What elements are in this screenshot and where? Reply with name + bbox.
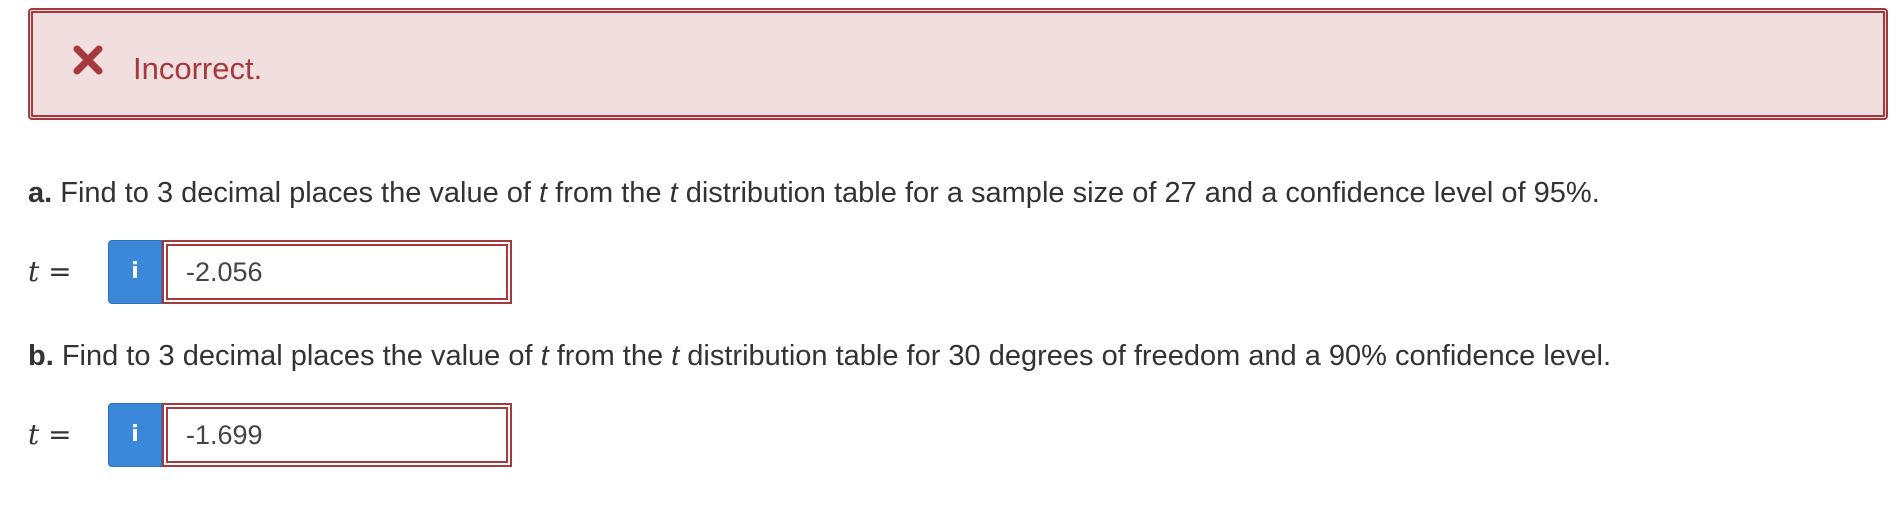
- answer-field-a-box: [162, 240, 512, 304]
- question-a-text-2: from the: [547, 177, 670, 209]
- question-b-var-1: t: [540, 340, 549, 372]
- question-b-text-1: Find to 3 decimal places the value of: [53, 340, 541, 372]
- question-a-label: a.: [28, 177, 53, 209]
- question-a: a. Find to 3 decimal places the value of…: [28, 173, 1600, 213]
- answer-a-equals: =: [39, 255, 72, 288]
- question-b-label: b.: [28, 340, 54, 372]
- answer-field-b-box: [162, 403, 512, 467]
- question-a-text-3: distribution table for a sample size of …: [677, 177, 1600, 209]
- info-icon: i: [131, 259, 139, 284]
- answer-a-var: t: [28, 255, 40, 288]
- answer-b-equals: =: [39, 418, 72, 451]
- answer-field-a[interactable]: [168, 246, 506, 298]
- info-button-a[interactable]: i: [108, 240, 162, 304]
- question-a-var-2: t: [669, 177, 678, 209]
- question-b: b. Find to 3 decimal places the value of…: [28, 336, 1611, 376]
- answer-row-b: t = i: [28, 403, 548, 467]
- answer-b-var: t: [28, 418, 40, 451]
- question-b-text-3: distribution table for 30 degrees of fre…: [679, 340, 1612, 372]
- alert-message: Incorrect.: [133, 51, 263, 86]
- answer-field-b[interactable]: [168, 409, 506, 461]
- incorrect-alert: Incorrect.: [28, 8, 1888, 120]
- answer-a-label: t =: [28, 252, 72, 292]
- question-a-var-1: t: [539, 177, 548, 209]
- question-a-text-1: Find to 3 decimal places the value of: [52, 177, 540, 209]
- answer-b-label: t =: [28, 415, 72, 455]
- info-icon: i: [131, 422, 139, 447]
- answer-row-a: t = i: [28, 240, 548, 304]
- info-button-b[interactable]: i: [108, 403, 162, 467]
- close-icon: [73, 45, 103, 75]
- question-b-text-2: from the: [548, 340, 672, 372]
